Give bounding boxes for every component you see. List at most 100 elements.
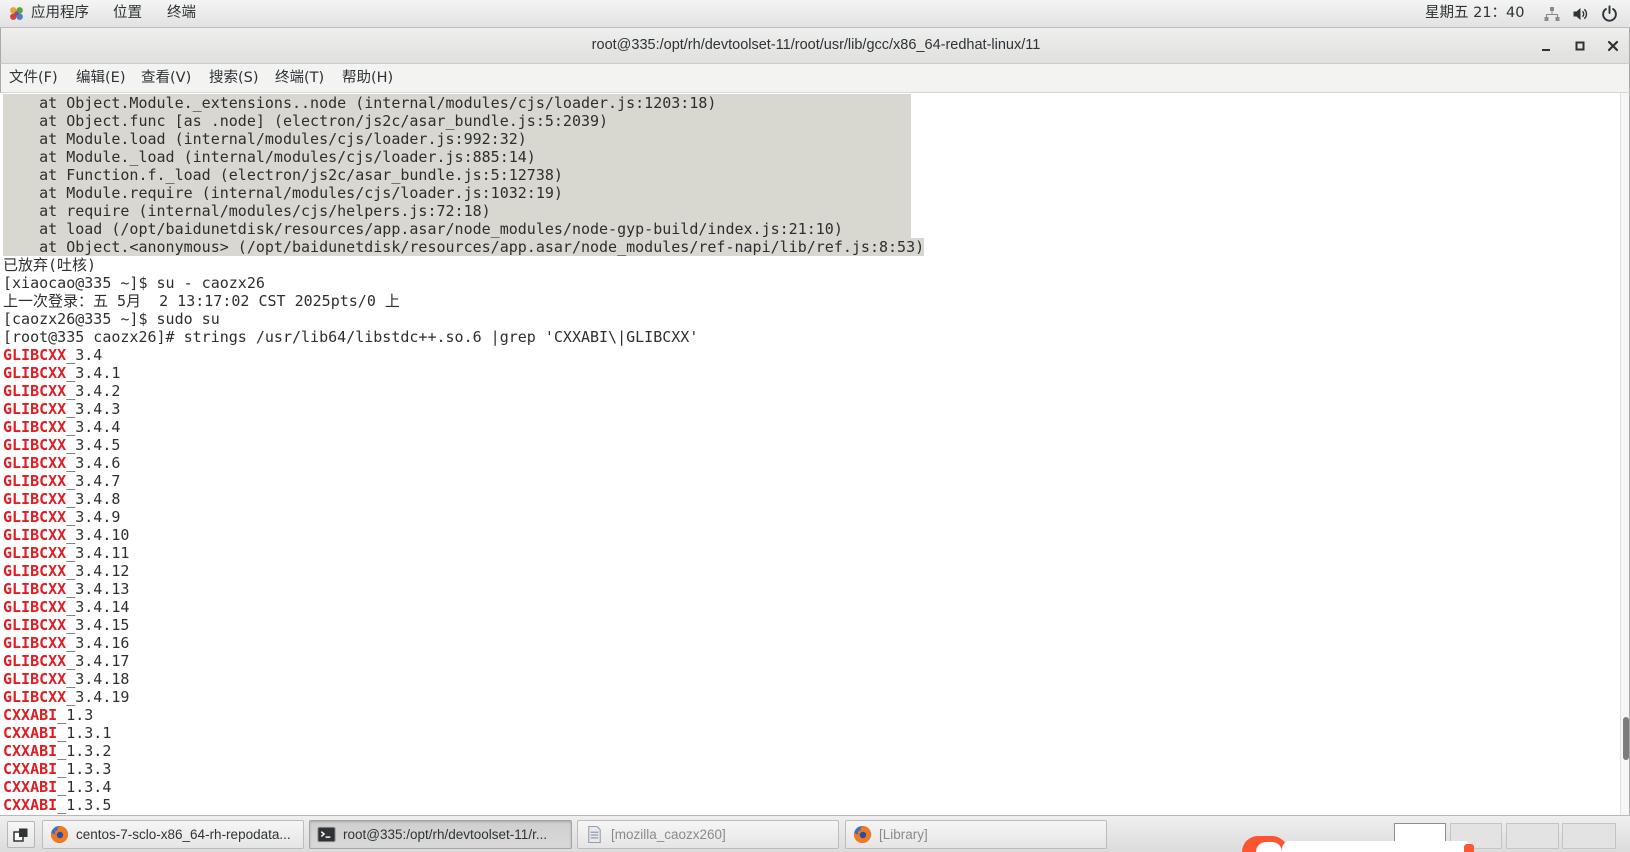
terminal-line: CXXABI_1.3.4 <box>3 778 1620 796</box>
terminal-line: CXXABI_1.3.5 <box>3 796 1620 814</box>
terminal-line-text: _3.4.17 <box>66 652 130 670</box>
terminal-line: GLIBCXX_3.4.5 <box>3 436 1620 454</box>
workspace-3[interactable] <box>1506 823 1559 849</box>
terminal-line: 已放弃(吐核) <box>3 256 1620 274</box>
grep-match-text: GLIBCXX <box>3 382 67 400</box>
terminal-line-text: _3.4.18 <box>66 670 130 688</box>
terminal-line: GLIBCXX_3.4.18 <box>3 670 1620 688</box>
terminal-line-text: _3.4.6 <box>66 454 121 472</box>
grep-match-text: CXXABI <box>3 760 58 778</box>
menu-view[interactable]: 查看(V) <box>141 64 191 92</box>
terminal-line: at Function.f._load (electron/js2c/asar_… <box>3 166 911 184</box>
floating-widget-fragment <box>1242 836 1478 852</box>
terminal-line: [root@335 caozx26]# strings /usr/lib64/l… <box>3 328 1620 346</box>
power-icon[interactable] <box>1601 5 1618 22</box>
terminal-line-text: _3.4.1 <box>66 364 121 382</box>
terminal-line: at Object.Module._extensions..node (inte… <box>3 94 911 112</box>
taskbar-item-firefox-repodata[interactable]: centos-7-sclo-x86_64-rh-repodata... <box>42 820 304 849</box>
terminal-line-text: at Object.func [as .node] (electron/js2c… <box>3 112 609 130</box>
taskbar-item-label: root@335:/opt/rh/devtoolset-11/r... <box>343 827 548 842</box>
terminal-line: GLIBCXX_3.4.2 <box>3 382 1620 400</box>
terminal-line-text: _1.3.2 <box>57 742 112 760</box>
grep-match-text: CXXABI <box>3 778 58 796</box>
terminal-line-text: _1.3.1 <box>57 724 112 742</box>
terminal-line: GLIBCXX_3.4.3 <box>3 400 1620 418</box>
taskbar-item-terminal[interactable]: root@335:/opt/rh/devtoolset-11/r... <box>309 820 572 849</box>
maximize-button[interactable] <box>1566 32 1594 60</box>
terminal-line: at require (internal/modules/cjs/helpers… <box>3 202 911 220</box>
workspace-4[interactable] <box>1562 823 1616 849</box>
top-panel: 应用程序 位置 终端 星期五 21：40 <box>0 0 1630 28</box>
terminal-line: GLIBCXX_3.4.12 <box>3 562 1620 580</box>
terminal-line-text: _3.4.5 <box>66 436 121 454</box>
terminal-line-text: _3.4.14 <box>66 598 130 616</box>
grep-match-text: GLIBCXX <box>3 436 67 454</box>
grep-match-text: GLIBCXX <box>3 364 67 382</box>
terminal-line-text: at Object.<anonymous> (/opt/baidunetdisk… <box>3 238 925 256</box>
applications-icon[interactable] <box>8 5 25 22</box>
terminal-line-text: 上一次登录：五 5月 2 13:17:02 CST 2025pts/0 上 <box>3 292 400 310</box>
taskbar-item-firefox-library[interactable]: [Library] <box>845 820 1107 849</box>
clock[interactable]: 星期五 21：40 <box>1425 0 1525 27</box>
terminal-line: at Object.func [as .node] (electron/js2c… <box>3 112 911 130</box>
show-desktop-icon <box>13 828 28 842</box>
taskbar-item-file-manager[interactable]: [mozilla_caozx260] <box>577 820 839 849</box>
terminal-line: GLIBCXX_3.4.14 <box>3 598 1620 616</box>
grep-match-text: GLIBCXX <box>3 634 67 652</box>
terminal-line: CXXABI_1.3.1 <box>3 724 1620 742</box>
terminal-line-text: _3.4.15 <box>66 616 130 634</box>
volume-icon[interactable] <box>1572 6 1588 22</box>
terminal-line-text: at Module.require (internal/modules/cjs/… <box>3 184 563 202</box>
terminal-line: GLIBCXX_3.4.16 <box>3 634 1620 652</box>
terminal-output: at Object.Module._extensions..node (inte… <box>1 93 1620 814</box>
minimize-button[interactable] <box>1532 32 1560 60</box>
window-title: root@335:/opt/rh/devtoolset-11/root/usr/… <box>591 37 1041 53</box>
terminal-line: GLIBCXX_3.4.11 <box>3 544 1620 562</box>
menu-edit[interactable]: 编辑(E) <box>76 64 125 92</box>
terminal-line: GLIBCXX_3.4.1 <box>3 364 1620 382</box>
grep-match-text: GLIBCXX <box>3 544 67 562</box>
scrollbar-thumb[interactable] <box>1623 717 1629 760</box>
menubar: 文件(F) 编辑(E) 查看(V) 搜索(S) 终端(T) 帮助(H) <box>0 64 1630 93</box>
terminal-line-text: _1.3.4 <box>57 778 112 796</box>
window-titlebar[interactable]: root@335:/opt/rh/devtoolset-11/root/usr/… <box>0 28 1630 64</box>
terminal-line: GLIBCXX_3.4.9 <box>3 508 1620 526</box>
file-icon <box>585 825 604 844</box>
grep-match-text: GLIBCXX <box>3 346 67 364</box>
terminal-line-text: 已放弃(吐核) <box>3 256 97 274</box>
menu-search[interactable]: 搜索(S) <box>209 64 259 92</box>
terminal-line-text: [caozx26@335 ~]$ sudo su <box>3 310 220 328</box>
terminal-line: CXXABI_1.3 <box>3 706 1620 724</box>
show-desktop-button[interactable] <box>7 821 35 848</box>
menu-terminal[interactable]: 终端(T) <box>275 64 324 92</box>
grep-match-text: CXXABI <box>3 724 58 742</box>
grep-match-text: GLIBCXX <box>3 508 67 526</box>
terminal-line: [xiaocao@335 ~]$ su - caozx26 <box>3 274 1620 292</box>
grep-match-text: GLIBCXX <box>3 598 67 616</box>
terminal-line: GLIBCXX_3.4.15 <box>3 616 1620 634</box>
terminal-line-text: _3.4.13 <box>66 580 130 598</box>
terminal-line-text: _3.4.16 <box>66 634 130 652</box>
terminal-line: GLIBCXX_3.4.13 <box>3 580 1620 598</box>
terminal-line-text: _1.3 <box>57 706 94 724</box>
terminal-view[interactable]: at Object.Module._extensions..node (inte… <box>1 93 1620 815</box>
terminal-scrollbar[interactable] <box>1620 93 1630 815</box>
terminal-line-text: _3.4 <box>66 346 103 364</box>
terminal-app-menu[interactable]: 终端 <box>167 0 196 27</box>
places-menu[interactable]: 位置 <box>113 0 142 27</box>
close-button[interactable] <box>1599 32 1627 60</box>
terminal-line: CXXABI_1.3.3 <box>3 760 1620 778</box>
grep-match-text: CXXABI <box>3 796 58 814</box>
grep-match-text: CXXABI <box>3 706 58 724</box>
terminal-line: GLIBCXX_3.4 <box>3 346 1620 364</box>
terminal-line-text: [root@335 caozx26]# strings /usr/lib64/l… <box>3 328 699 346</box>
menu-help[interactable]: 帮助(H) <box>342 64 393 92</box>
network-icon[interactable] <box>1544 6 1560 22</box>
close-icon <box>1607 40 1619 52</box>
firefox-icon <box>50 825 69 844</box>
maximize-icon <box>1575 41 1585 51</box>
applications-menu[interactable]: 应用程序 <box>31 0 89 27</box>
menu-file[interactable]: 文件(F) <box>9 64 58 92</box>
terminal-line-text: _1.3.5 <box>57 796 112 814</box>
terminal-line-text: _3.4.12 <box>66 562 130 580</box>
